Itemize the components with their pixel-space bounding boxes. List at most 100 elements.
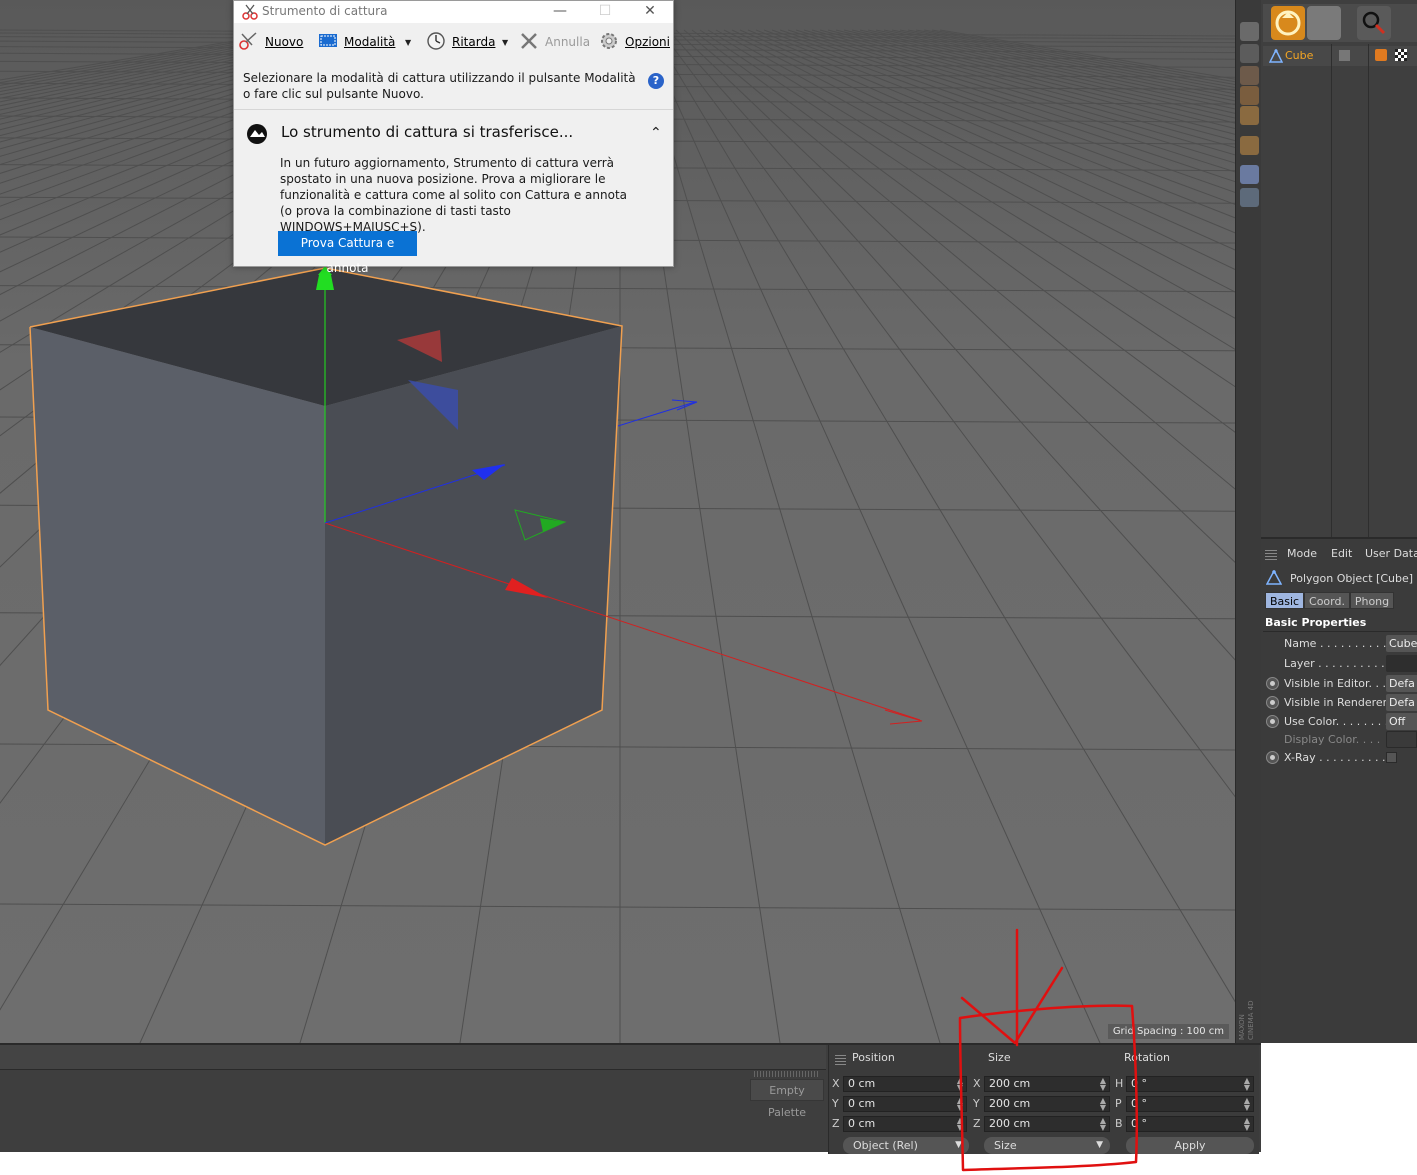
name-field[interactable]: Cube: [1386, 635, 1417, 652]
coordinate-mode-dropdown[interactable]: Object (Rel) ▼: [843, 1137, 969, 1154]
column-divider: [1331, 44, 1332, 537]
display-color-swatch: [1386, 731, 1417, 748]
delay-button[interactable]: Ritarda: [427, 32, 495, 50]
snap-tool-icon[interactable]: [1240, 188, 1259, 207]
axis-label: Z: [973, 1117, 981, 1130]
spinner-icon[interactable]: ▲ ▼: [957, 1097, 963, 1111]
snipping-tool-window: Strumento di cattura — ☐ ✕ Nuovo Modalit…: [233, 0, 674, 275]
tag-icon[interactable]: [1307, 6, 1341, 40]
apply-button[interactable]: Apply: [1126, 1137, 1254, 1154]
menu-mode[interactable]: Mode: [1287, 547, 1317, 560]
object-name[interactable]: Cube: [1285, 49, 1313, 62]
mode-button[interactable]: Modalità: [319, 34, 395, 49]
animate-toggle-icon[interactable]: [1266, 715, 1279, 728]
animate-toggle-icon[interactable]: [1266, 677, 1279, 690]
spinner-icon[interactable]: ▲ ▼: [1100, 1077, 1106, 1091]
spinner-icon[interactable]: ▲ ▼: [1244, 1077, 1250, 1091]
close-button[interactable]: ✕: [627, 1, 673, 23]
cancel-button[interactable]: Annulla: [521, 33, 590, 49]
divider: [1263, 631, 1417, 632]
animate-toggle-icon[interactable]: [1266, 696, 1279, 709]
options-label: Opzioni: [625, 35, 670, 49]
rotation-b-field[interactable]: 0 ° ▲ ▼: [1126, 1116, 1254, 1132]
chevron-down-icon[interactable]: ▼: [405, 38, 411, 47]
spinner-icon[interactable]: ▲ ▼: [1244, 1117, 1250, 1131]
size-x-field[interactable]: 200 cm ▲ ▼: [984, 1076, 1110, 1092]
gear-icon: [601, 33, 617, 49]
scissors-icon: [242, 4, 258, 20]
axis-label: Z: [832, 1117, 840, 1130]
spinner-icon[interactable]: ▲ ▼: [957, 1077, 963, 1091]
menu-edit[interactable]: Edit: [1331, 547, 1352, 560]
texture-tool-icon[interactable]: [1240, 44, 1259, 63]
phong-tag-icon[interactable]: [1375, 49, 1387, 61]
material-bar: [0, 1045, 826, 1070]
spinner-icon[interactable]: ▲ ▼: [1100, 1097, 1106, 1111]
visible-renderer-dropdown[interactable]: Defa: [1386, 694, 1417, 711]
maxon-logo: MAXON CINEMA 4D: [1238, 1000, 1255, 1040]
attributes-menu: Mode Edit User Data: [1261, 545, 1417, 563]
field-value: 0 cm: [848, 1077, 876, 1090]
spinner-icon[interactable]: ▲ ▼: [1100, 1117, 1106, 1131]
coordinates-manager: Position Size Rotation X 0 cm ▲ ▼ X 200 cm…: [828, 1045, 1259, 1154]
size-y-field[interactable]: 200 cm ▲ ▼: [984, 1096, 1110, 1112]
prop-name: Name . . . . . . . . . . . . Cube: [1261, 635, 1417, 653]
layer-tool-icon[interactable]: [1240, 165, 1259, 184]
field-value: 0 °: [1131, 1077, 1147, 1090]
use-color-dropdown[interactable]: Off: [1386, 713, 1417, 730]
menu-user-data[interactable]: User Data: [1365, 547, 1417, 560]
layer-field[interactable]: [1386, 655, 1417, 672]
cancel-icon: [521, 33, 537, 49]
xray-checkbox[interactable]: [1386, 752, 1397, 763]
empty-palette[interactable]: Empty Palette: [750, 1079, 824, 1119]
chevron-down-icon[interactable]: ▼: [502, 38, 508, 47]
mode-icon: [319, 34, 337, 47]
position-y-field[interactable]: 0 cm ▲ ▼: [843, 1096, 967, 1112]
position-z-field[interactable]: 0 cm ▲ ▼: [843, 1116, 967, 1132]
minimize-button[interactable]: —: [537, 1, 583, 23]
polygon-object-icon: [1266, 570, 1282, 585]
rotation-header: Rotation: [1124, 1051, 1171, 1064]
try-snip-sketch-button[interactable]: Prova Cattura e annota: [278, 231, 417, 275]
axis-mode-icon[interactable]: [1240, 136, 1259, 155]
prop-label: Name . . . . . . . . . . . .: [1284, 637, 1401, 650]
grip-icon: [1265, 548, 1277, 560]
new-button[interactable]: Nuovo: [239, 32, 304, 50]
title-bar: Strumento di cattura — ☐ ✕: [234, 1, 673, 23]
notice-title: Lo strumento di cattura si trasferisce..…: [281, 123, 574, 141]
edge-mode-icon[interactable]: [1240, 86, 1259, 105]
visibility-icon[interactable]: [1339, 50, 1350, 61]
search-icon[interactable]: [1357, 6, 1391, 40]
recycle-icon[interactable]: [1271, 6, 1305, 40]
chevron-up-icon[interactable]: ⌃: [650, 125, 662, 141]
new-label: Nuovo: [265, 35, 304, 49]
maximize-button[interactable]: ☐: [582, 1, 628, 23]
tab-coord[interactable]: Coord.: [1304, 592, 1350, 609]
object-row-cube[interactable]: Cube: [1263, 46, 1417, 66]
texture-tag-icon[interactable]: [1395, 49, 1407, 61]
rotation-p-field[interactable]: 0 ° ▲ ▼: [1126, 1096, 1254, 1112]
axis-label: X: [973, 1077, 981, 1090]
position-header: Position: [852, 1051, 895, 1064]
spinner-icon[interactable]: ▲ ▼: [957, 1117, 963, 1131]
palette-grip[interactable]: [754, 1071, 820, 1077]
polygon-object-icon: [1269, 49, 1283, 63]
size-z-field[interactable]: 200 cm ▲ ▼: [984, 1116, 1110, 1132]
prop-label: Display Color. . . .: [1284, 733, 1381, 746]
axis-label: P: [1115, 1097, 1122, 1110]
rotation-h-field[interactable]: 0 ° ▲ ▼: [1126, 1076, 1254, 1092]
position-x-field[interactable]: 0 cm ▲ ▼: [843, 1076, 967, 1092]
spinner-icon[interactable]: ▲ ▼: [1244, 1097, 1250, 1111]
animate-toggle-icon[interactable]: [1266, 751, 1279, 764]
tab-phong[interactable]: Phong: [1350, 592, 1394, 609]
object-manager-toolbar: [1263, 4, 1417, 42]
object-title: Polygon Object [Cube]: [1290, 572, 1414, 585]
size-mode-dropdown[interactable]: Size ▼: [984, 1137, 1110, 1154]
scene-tool-icon[interactable]: [1240, 22, 1259, 41]
visible-editor-dropdown[interactable]: Defa: [1386, 675, 1417, 692]
options-button[interactable]: Opzioni: [601, 33, 670, 49]
polygon-mode-icon[interactable]: [1240, 106, 1259, 125]
tab-basic[interactable]: Basic: [1265, 592, 1304, 609]
help-icon[interactable]: ?: [648, 73, 664, 89]
point-mode-icon[interactable]: [1240, 66, 1259, 85]
